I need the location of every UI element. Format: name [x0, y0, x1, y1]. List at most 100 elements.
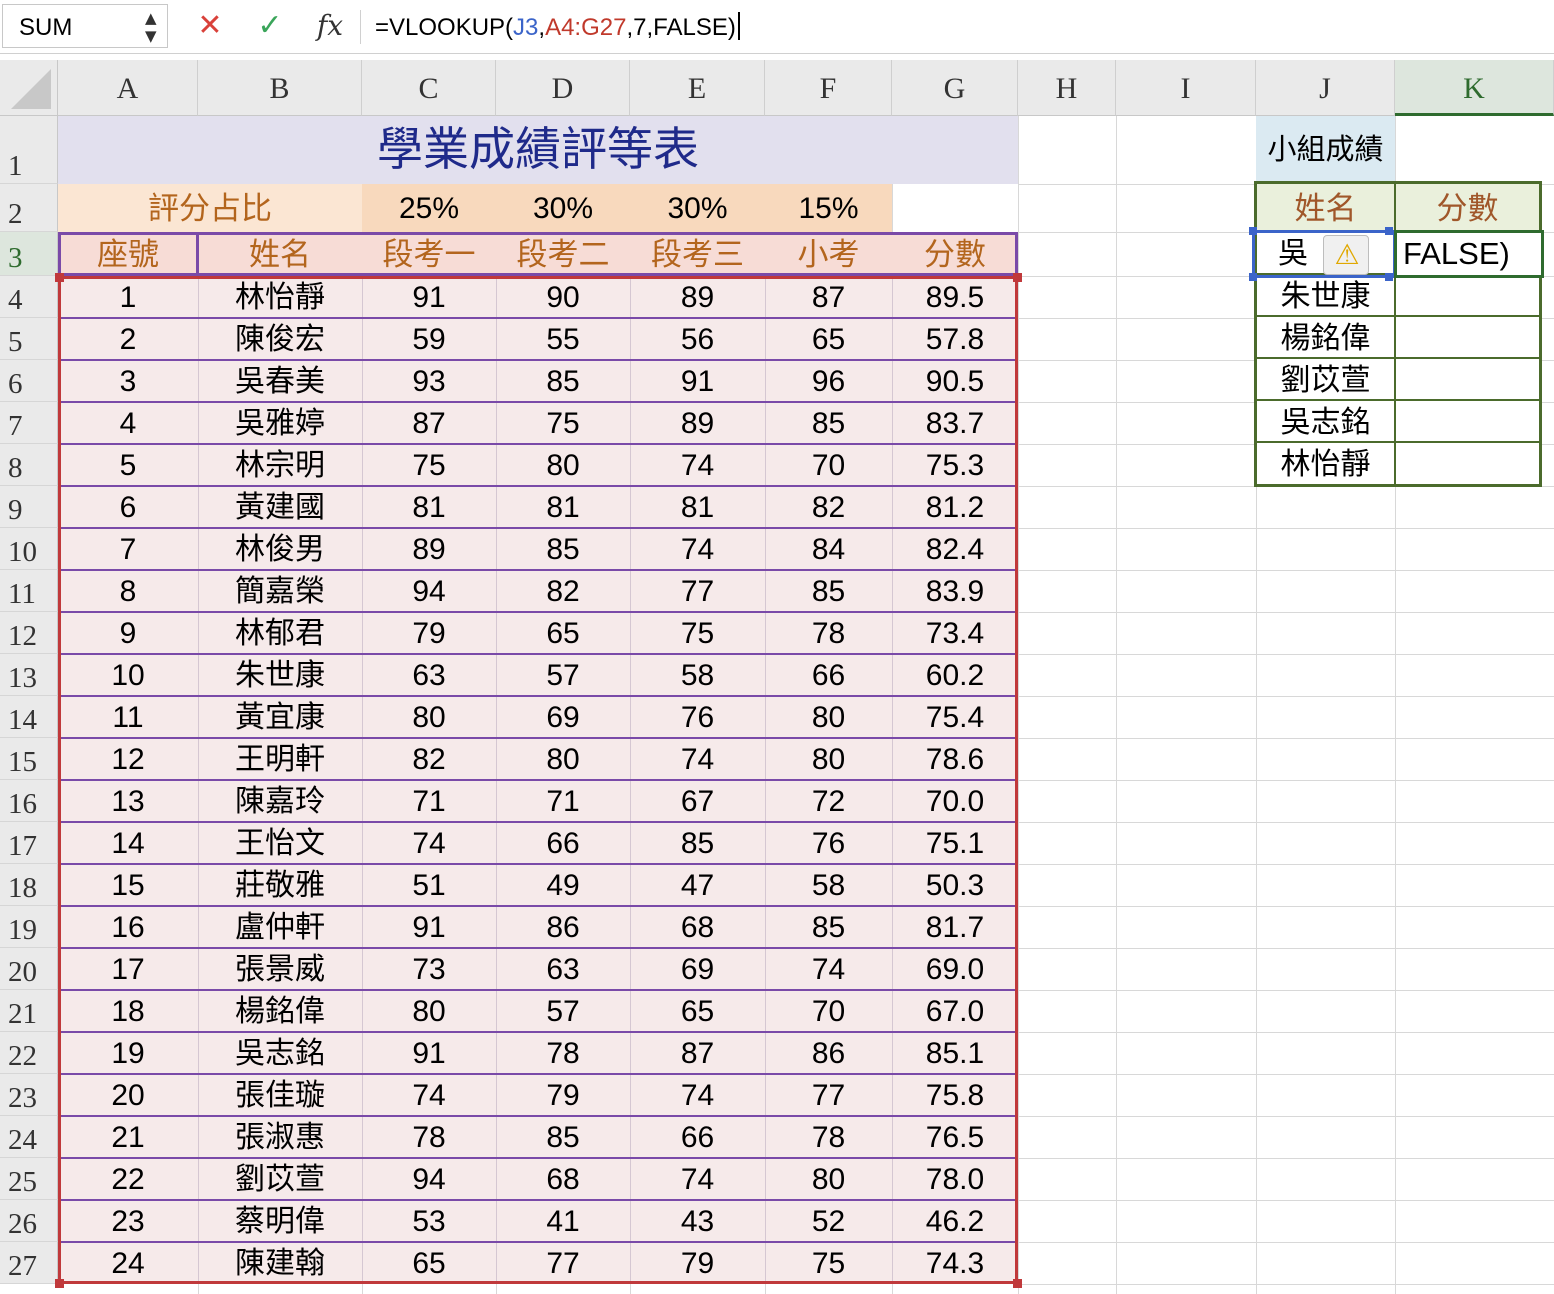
- text-caret: [737, 12, 740, 40]
- grid-hline: [1018, 570, 1554, 571]
- grid-hline: [1018, 864, 1554, 865]
- ref-handle[interactable]: [1249, 227, 1257, 235]
- group-row-line: [1257, 357, 1539, 359]
- row-header-11[interactable]: 11: [0, 570, 58, 612]
- table-header-cell[interactable]: 分數: [892, 232, 1018, 276]
- name-box[interactable]: SUM ▲ ▼: [2, 4, 168, 48]
- weight-value[interactable]: 15%: [765, 184, 892, 232]
- table-header-cell[interactable]: 段考三: [630, 232, 765, 276]
- group-header-cell[interactable]: 姓名: [1257, 184, 1394, 232]
- grid-hline: [1018, 1284, 1554, 1285]
- row-header-7[interactable]: 7: [0, 402, 58, 444]
- column-header-h[interactable]: H: [1018, 60, 1116, 116]
- column-header-k[interactable]: K: [1395, 60, 1554, 116]
- row-header-23[interactable]: 23: [0, 1074, 58, 1116]
- grid-vline: [1116, 116, 1117, 1294]
- row-header-26[interactable]: 26: [0, 1200, 58, 1242]
- grid-hline: [1018, 906, 1554, 907]
- row-header-17[interactable]: 17: [0, 822, 58, 864]
- row-header-5[interactable]: 5: [0, 318, 58, 360]
- table-header-cell[interactable]: 姓名: [198, 232, 362, 276]
- column-header-a[interactable]: A: [58, 60, 198, 116]
- row-header-19[interactable]: 19: [0, 906, 58, 948]
- range-handle[interactable]: [1013, 1279, 1022, 1288]
- lookup-range-highlight: [58, 276, 1018, 1284]
- grid-vline: [1018, 116, 1019, 1294]
- group-name-cell[interactable]: 吳志銘: [1257, 401, 1394, 443]
- grid-hline: [1018, 738, 1554, 739]
- grid-hline: [1018, 1158, 1554, 1159]
- warning-icon[interactable]: ⚠: [1323, 235, 1369, 275]
- range-handle[interactable]: [55, 1279, 64, 1288]
- column-header-i[interactable]: I: [1116, 60, 1256, 116]
- group-name-cell[interactable]: 林怡靜: [1257, 443, 1394, 485]
- column-header-g[interactable]: G: [892, 60, 1018, 116]
- column-header-j[interactable]: J: [1256, 60, 1395, 116]
- table-header-cell[interactable]: 小考: [765, 232, 892, 276]
- weight-label[interactable]: 評分占比: [58, 184, 362, 232]
- row-header-16[interactable]: 16: [0, 780, 58, 822]
- active-cell-text: FALSE): [1403, 236, 1510, 271]
- row-header-25[interactable]: 25: [0, 1158, 58, 1200]
- weight-value[interactable]: 30%: [630, 184, 765, 232]
- range-handle[interactable]: [55, 273, 64, 282]
- row-header-4[interactable]: 4: [0, 276, 58, 318]
- row-header-20[interactable]: 20: [0, 948, 58, 990]
- row-header-6[interactable]: 6: [0, 360, 58, 402]
- column-header-c[interactable]: C: [362, 60, 496, 116]
- weight-value[interactable]: 30%: [496, 184, 630, 232]
- formula-ref-j3: J3: [513, 14, 539, 41]
- group-title[interactable]: 小組成績: [1256, 116, 1395, 184]
- insert-function-icon[interactable]: fx: [310, 4, 350, 48]
- sheet-title[interactable]: 學業成績評等表: [58, 116, 1018, 184]
- grid-hline: [1018, 990, 1554, 991]
- table-header-cell[interactable]: 段考二: [496, 232, 630, 276]
- grid-hline: [1018, 822, 1554, 823]
- row-header-15[interactable]: 15: [0, 738, 58, 780]
- row-header-14[interactable]: 14: [0, 696, 58, 738]
- column-header-d[interactable]: D: [496, 60, 630, 116]
- table-header-cell[interactable]: 段考一: [362, 232, 496, 276]
- group-name-cell[interactable]: 朱世康: [1257, 275, 1394, 317]
- row-header-1[interactable]: 1: [0, 116, 58, 184]
- formula-bar-divider: [360, 10, 361, 44]
- grid-hline: [1018, 780, 1554, 781]
- group-name-cell[interactable]: 劉苡萱: [1257, 359, 1394, 401]
- row-header-24[interactable]: 24: [0, 1116, 58, 1158]
- grid-hline: [1018, 528, 1554, 529]
- row-header-8[interactable]: 8: [0, 444, 58, 486]
- grid-hline: [1018, 1116, 1554, 1117]
- select-all-corner[interactable]: [0, 60, 58, 116]
- grid-hline: [1018, 1242, 1554, 1243]
- cancel-icon[interactable]: ✕: [190, 4, 230, 48]
- column-header-b[interactable]: B: [198, 60, 362, 116]
- group-name-cell[interactable]: 楊銘偉: [1257, 317, 1394, 359]
- column-header-f[interactable]: F: [765, 60, 892, 116]
- group-header-cell[interactable]: 分數: [1396, 184, 1539, 232]
- grid-hline: [1018, 654, 1554, 655]
- formula-ref-range: A4:G27: [545, 14, 627, 41]
- weight-value[interactable]: 25%: [362, 184, 496, 232]
- formula-input[interactable]: =VLOOKUP(J3,A4:G27,7,FALSE): [375, 12, 740, 42]
- row-header-22[interactable]: 22: [0, 1032, 58, 1074]
- row-header-9[interactable]: 9: [0, 486, 58, 528]
- enter-icon[interactable]: ✓: [250, 4, 290, 48]
- formula-prefix: =VLOOKUP(: [375, 14, 514, 41]
- name-box-stepper-icon[interactable]: ▲ ▼: [145, 9, 157, 45]
- row-header-13[interactable]: 13: [0, 654, 58, 696]
- ref-handle[interactable]: [1249, 273, 1257, 281]
- row-header-27[interactable]: 27: [0, 1242, 58, 1284]
- formula-bar: SUM ▲ ▼ ✕ ✓ fx =VLOOKUP(J3,A4:G27,7,FALSE…: [0, 0, 1554, 54]
- group-row-line: [1257, 441, 1539, 443]
- range-handle[interactable]: [1013, 273, 1022, 282]
- row-header-10[interactable]: 10: [0, 528, 58, 570]
- row-header-3[interactable]: 3: [0, 232, 58, 276]
- table-header-cell[interactable]: 座號: [58, 232, 198, 276]
- ref-handle[interactable]: [1385, 227, 1393, 235]
- row-header-18[interactable]: 18: [0, 864, 58, 906]
- column-header-e[interactable]: E: [630, 60, 765, 116]
- row-header-12[interactable]: 12: [0, 612, 58, 654]
- row-header-2[interactable]: 2: [0, 184, 58, 232]
- ref-handle[interactable]: [1385, 273, 1393, 281]
- row-header-21[interactable]: 21: [0, 990, 58, 1032]
